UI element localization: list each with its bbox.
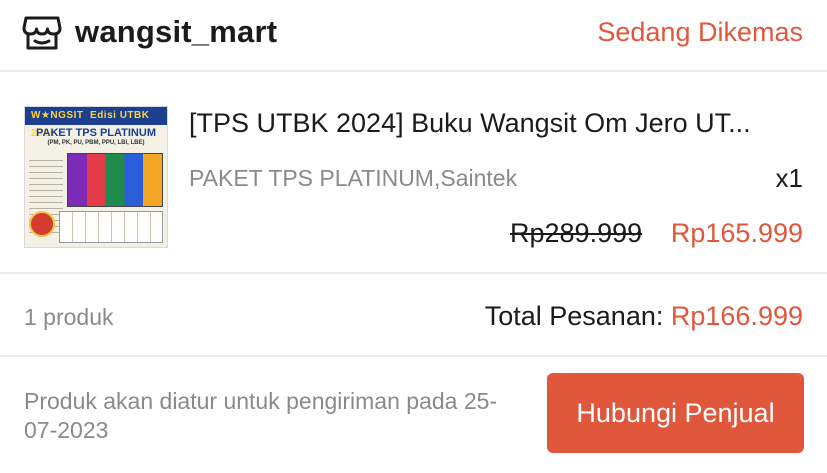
product-title[interactable]: [TPS UTBK 2024] Buku Wangsit Om Jero UT.…	[189, 108, 799, 139]
order-total: Total Pesanan: Rp166.999	[485, 301, 803, 332]
total-label: Total Pesanan:	[484, 301, 664, 331]
thumbnail-seal	[29, 211, 55, 237]
divider	[0, 272, 827, 274]
order-header[interactable]: wangsit_mart Sedang Dikemas	[0, 0, 827, 70]
thumbnail-book-covers	[67, 153, 163, 207]
thumbnail-brand: W★NGSIT Edisi UTBK 2024	[25, 107, 167, 139]
shop-name[interactable]: wangsit_mart	[75, 14, 277, 50]
product-quantity: x1	[775, 163, 803, 193]
product-thumbnail[interactable]: W★NGSIT Edisi UTBK 2024 PAKET TPS PLATIN…	[24, 106, 168, 248]
order-card: wangsit_mart Sedang Dikemas W★NGSIT Edis…	[0, 0, 827, 473]
sale-price: Rp165.999	[670, 218, 803, 248]
order-status: Sedang Dikemas	[597, 17, 803, 47]
total-amount: Rp166.999	[670, 301, 803, 331]
divider	[0, 355, 827, 357]
divider	[0, 70, 827, 72]
product-variant: PAKET TPS PLATINUM,Saintek	[189, 165, 518, 191]
thumbnail-page-samples	[59, 211, 163, 243]
thumbnail-headline: PAKET TPS PLATINUM	[36, 127, 156, 139]
shipping-note: Produk akan diatur untuk pengiriman pada…	[24, 388, 498, 443]
original-price: Rp289.999	[510, 218, 643, 248]
contact-seller-button[interactable]: Hubungi Penjual	[547, 373, 804, 453]
store-icon	[22, 14, 62, 52]
product-count: 1 produk	[24, 304, 114, 330]
thumbnail-subline: (PM, PK, PU, PBM, PPU, LBI, LBE)	[47, 140, 145, 146]
